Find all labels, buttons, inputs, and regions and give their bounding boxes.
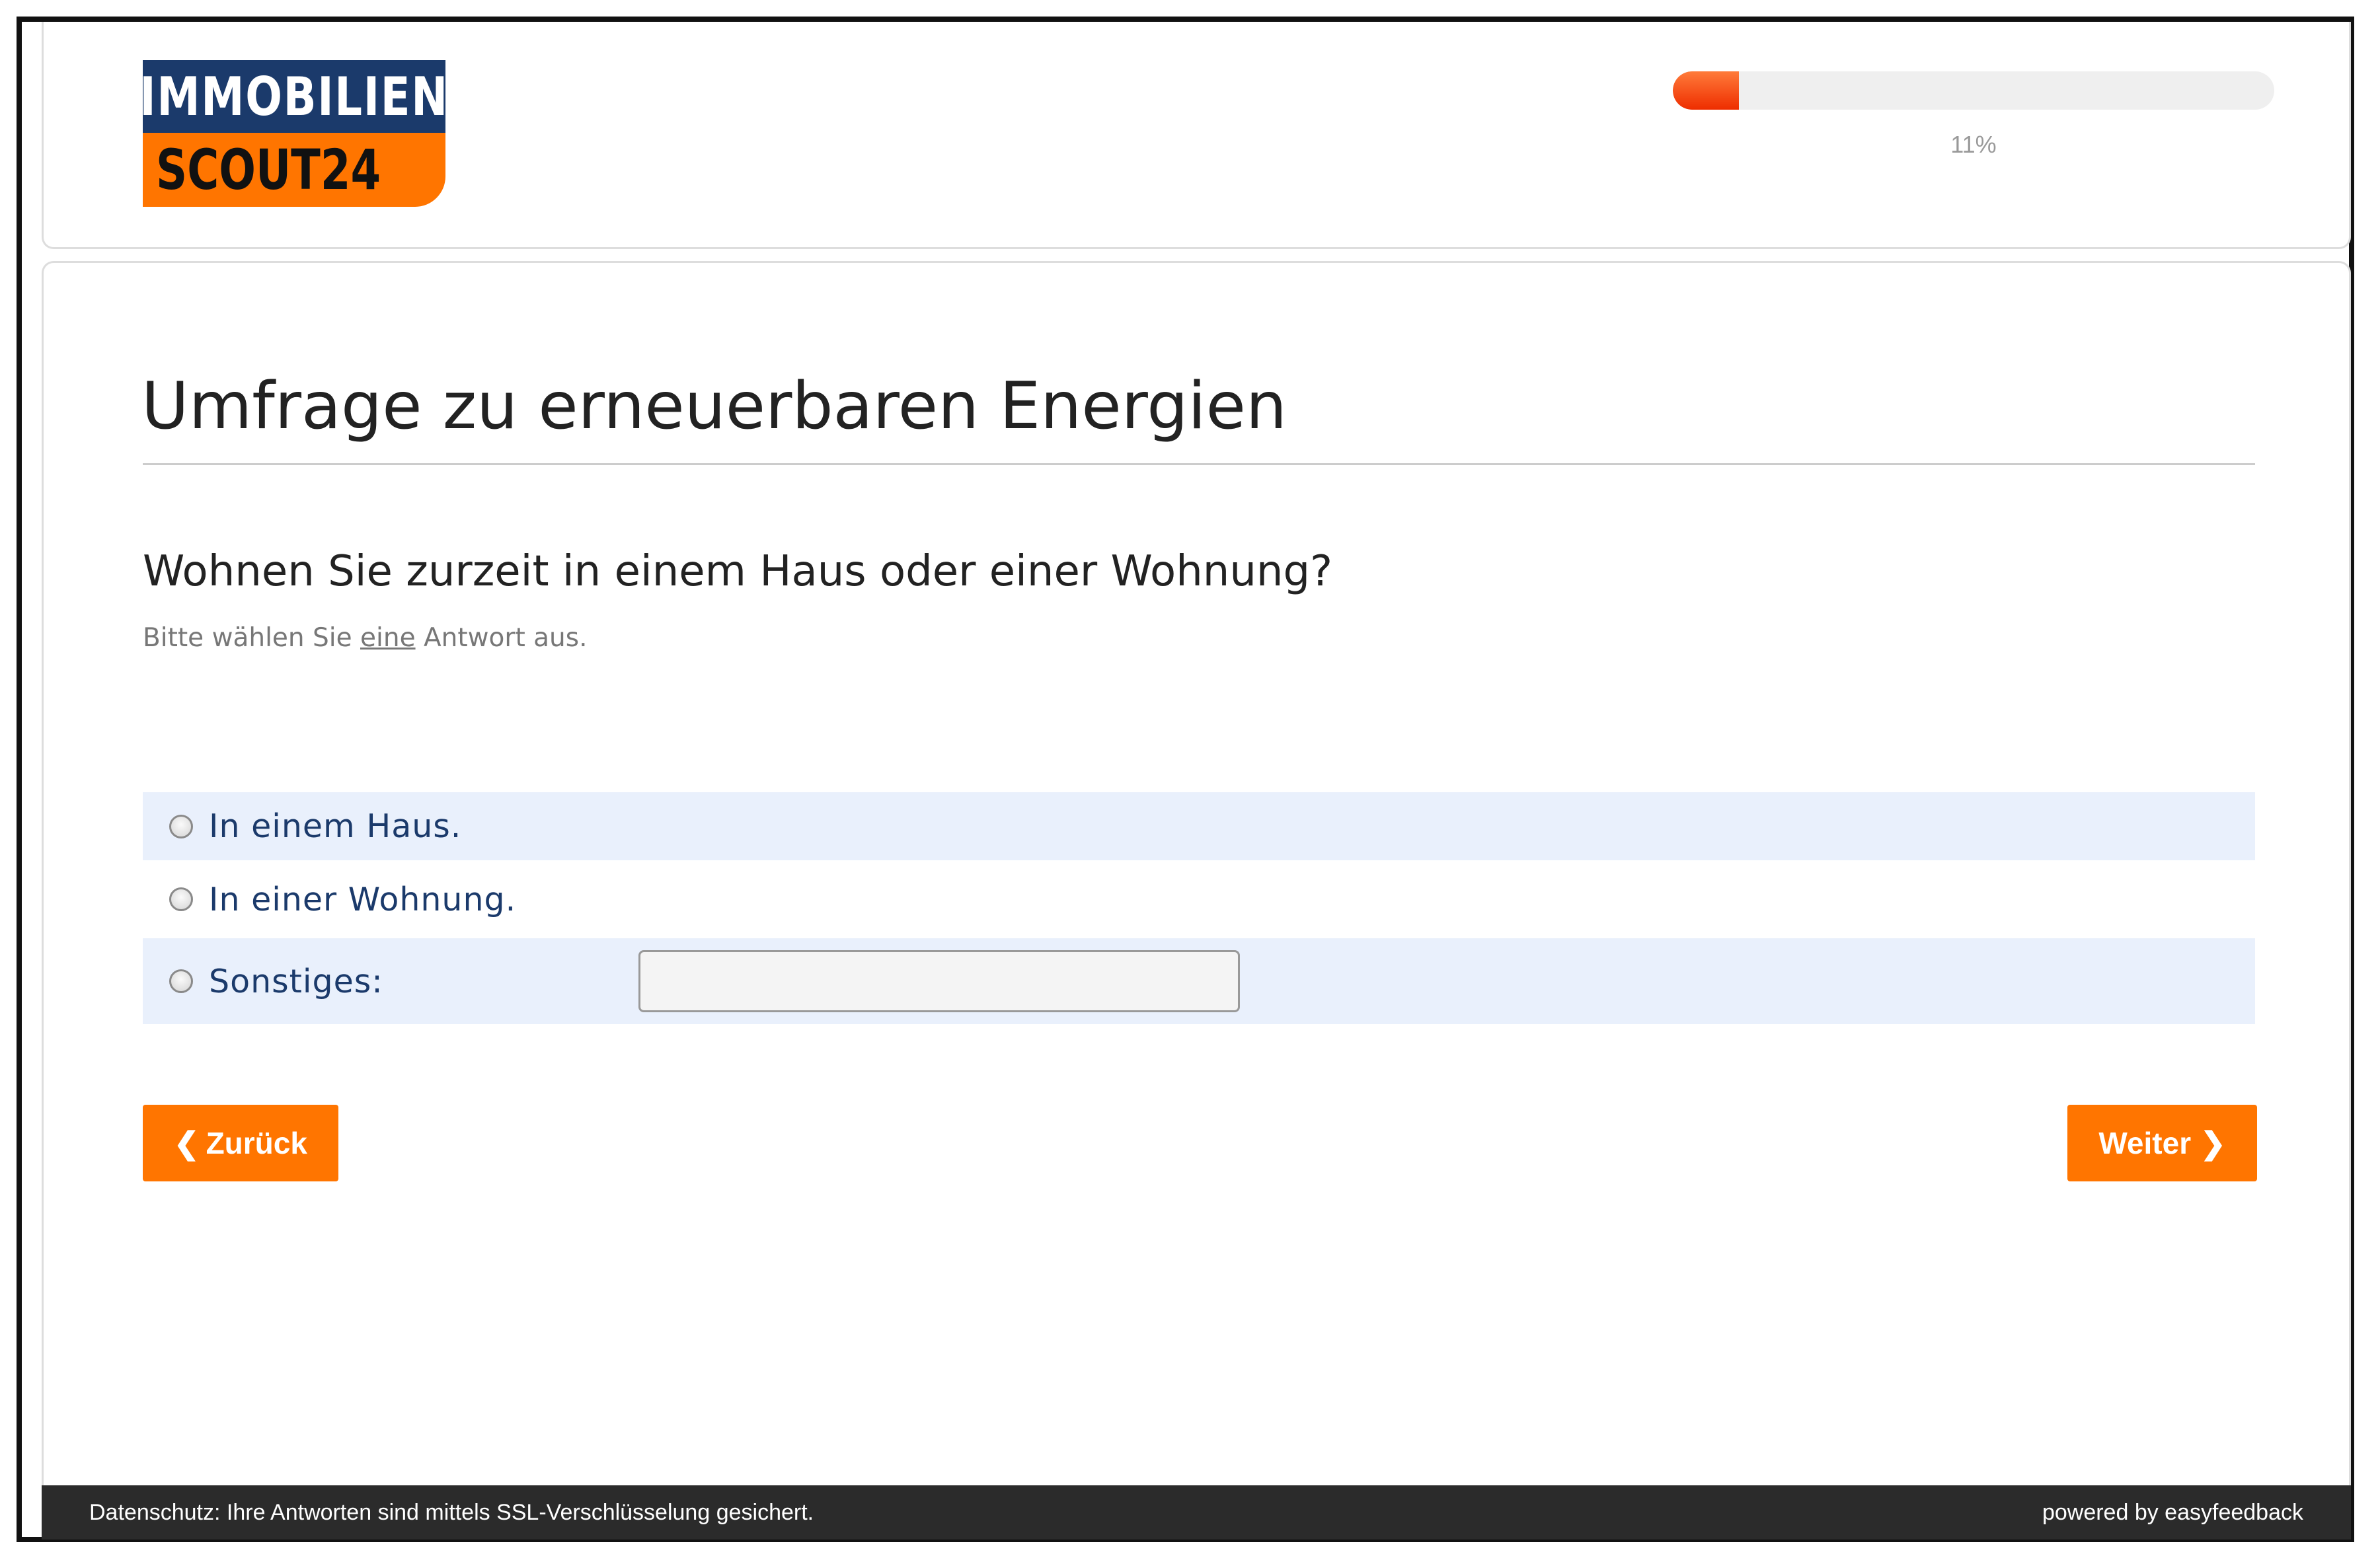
next-button[interactable]: Weiter ❯ — [2067, 1105, 2257, 1181]
chevron-right-icon: ❯ — [2200, 1126, 2226, 1160]
option-house[interactable]: In einem Haus. — [143, 792, 2255, 860]
footer: Datenschutz: Ihre Antworten sind mittels… — [42, 1485, 2351, 1540]
chevron-left-icon: ❮ — [174, 1126, 200, 1160]
radio-button[interactable] — [169, 969, 193, 993]
option-label: In einem Haus. — [209, 807, 462, 845]
logo-bottom-band: SCOUT24 — [143, 133, 445, 207]
option-other[interactable]: Sonstiges: — [143, 938, 2255, 1024]
privacy-notice: Datenschutz: Ihre Antworten sind mittels… — [89, 1499, 814, 1525]
radio-button[interactable] — [169, 887, 193, 911]
hint-text-before: Bitte wählen Sie — [143, 623, 361, 653]
radio-button[interactable] — [169, 814, 193, 838]
header: IMMOBILIEN SCOUT24 11% — [42, 22, 2351, 249]
back-button-label: Zurück — [206, 1126, 307, 1160]
immobilienscout24-logo: IMMOBILIEN SCOUT24 — [139, 60, 447, 207]
hint-emphasis: eine — [360, 623, 416, 653]
hint-text-after: Antwort aus. — [415, 623, 588, 653]
powered-by: powered by easyfeedback — [2042, 1499, 2303, 1525]
back-button[interactable]: ❮ Zurück — [143, 1105, 338, 1181]
progress-fill — [1673, 71, 1740, 110]
question-hint: Bitte wählen Sie eine Antwort aus. — [143, 623, 587, 653]
option-apartment[interactable]: In einer Wohnung. — [143, 860, 2255, 938]
logo-top-band: IMMOBILIEN — [139, 60, 447, 133]
logo-line1: IMMOBILIEN — [139, 65, 449, 128]
progress-bar — [1673, 71, 2274, 110]
option-label: In einer Wohnung. — [209, 880, 517, 918]
other-text-input[interactable] — [638, 950, 1240, 1012]
title-divider — [143, 463, 2255, 465]
option-label: Sonstiges: — [209, 962, 383, 1000]
next-button-label: Weiter — [2098, 1126, 2192, 1160]
question-text: Wohnen Sie zurzeit in einem Haus oder ei… — [143, 547, 1333, 596]
survey-card: Umfrage zu erneuerbaren Energien Wohnen … — [42, 261, 2351, 1503]
page-title: Umfrage zu erneuerbaren Energien — [141, 369, 1287, 444]
browser-frame: IMMOBILIEN SCOUT24 11% Umfrage zu erneue… — [17, 17, 2354, 1542]
logo-line2: SCOUT24 — [156, 137, 381, 202]
progress-label: 11% — [1950, 131, 1997, 158]
